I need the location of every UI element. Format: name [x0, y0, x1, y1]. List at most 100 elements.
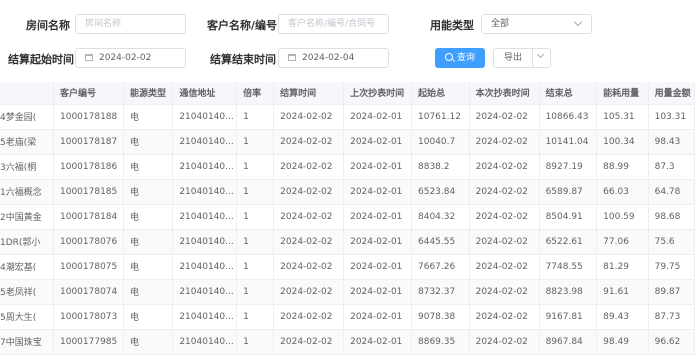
column-header-start-total-col: 起始总: [411, 82, 470, 105]
table-cell-consumption-col: 100.34: [596, 129, 649, 155]
column-header-address-col: 通信地址: [172, 82, 238, 105]
table-cell-multiplier-col: 1: [236, 129, 275, 155]
table-header-row: 客户编号 能源类型 通信地址 倍率 结算时间 上次抄表时间 起始总 本次抄表时间 结束总 能耗用量…: [0, 82, 695, 105]
end-date-picker[interactable]: 2024-02-04: [278, 48, 389, 68]
table-cell-room-col: 5老庙(梁: [0, 129, 54, 155]
table-cell-address-col: 21040140...: [172, 329, 238, 355]
table-cell-customer-id-col: 1000178073: [53, 304, 124, 330]
export-divider: [532, 49, 533, 67]
table-cell-current-read-time-col: 2024-02-02: [469, 154, 540, 180]
table-cell-current-read-time-col: 2024-02-02: [469, 279, 540, 305]
table-cell-current-read-time-col: 2024-02-02: [469, 304, 540, 330]
table-cell-last-read-time-col: 2024-02-01: [343, 129, 412, 155]
table-cell-amount-col: 89.87: [648, 279, 695, 305]
table-row[interactable]: 5老庙(梁 1000178187 电 21040140... 1 2024-02-02 20…: [0, 129, 695, 155]
column-header-customer-id-col: 客户编号: [53, 82, 124, 105]
table-cell-start-total-col: 10040.7: [411, 129, 470, 155]
table-cell-room-col: 4梦金园(: [0, 104, 54, 130]
table-row[interactable]: 5周大生(1000178073 电 21040140... 1 2024-02-02 20…: [0, 304, 695, 330]
export-button[interactable]: 导出: [493, 48, 551, 68]
table-cell-multiplier-col: 1: [236, 179, 275, 205]
table-cell-amount-col: 103.31: [648, 104, 695, 130]
query-button[interactable]: 查询: [435, 48, 485, 68]
settlement-table: 客户编号 能源类型 通信地址 倍率 结算时间 上次抄表时间 起始总 本次抄表时间 结束总 能耗用量…: [0, 82, 695, 355]
export-button-label: 导出: [504, 53, 523, 63]
table-cell-consumption-col: 89.43: [596, 304, 649, 330]
table-cell-end-total-col: 9167.81: [539, 304, 598, 330]
table-cell-current-read-time-col: 2024-02-02: [469, 229, 540, 255]
table-row[interactable]: 3六福(桐 1000178186 电 21040140... 1 2024-02-02 20…: [0, 154, 695, 180]
table-cell-energy-type-col: 电: [123, 254, 174, 280]
table-cell-settle-time-col: 2024-02-02: [273, 229, 345, 255]
table-cell-settle-time-col: 2024-02-02: [273, 279, 345, 305]
table-cell-amount-col: 96.62: [648, 329, 695, 355]
table-cell-start-total-col: 8732.37: [411, 279, 470, 305]
table-cell-room-col: 7中国珠宝: [0, 329, 54, 355]
table-cell-settle-time-col: 2024-02-02: [273, 154, 345, 180]
table-cell-multiplier-col: 1: [236, 204, 275, 230]
energy-type-select[interactable]: 全部: [481, 14, 592, 34]
table-cell-energy-type-col: 电: [123, 104, 174, 130]
table-cell-end-total-col: 7748.55: [539, 254, 598, 280]
search-icon: [444, 53, 453, 61]
start-date-value: 2024-02-02: [99, 53, 152, 63]
table-cell-address-col: 21040140...: [172, 279, 238, 305]
table-cell-address-col: 21040140...: [172, 129, 238, 155]
table-cell-room-col: 2中国黄金: [0, 204, 54, 230]
table-cell-start-total-col: 9078.38: [411, 304, 470, 330]
table-cell-multiplier-col: 1: [236, 304, 275, 330]
table-row[interactable]: 2中国黄金 1000178184 电 21040140... 1 2024-02-02 20…: [0, 204, 695, 230]
table-cell-settle-time-col: 2024-02-02: [273, 304, 345, 330]
table-row[interactable]: 5老凤祥(1000178074 电 21040140... 1 2024-02-02 20…: [0, 279, 695, 305]
table-cell-last-read-time-col: 2024-02-01: [343, 329, 412, 355]
table-cell-amount-col: 75.6: [648, 229, 695, 255]
customer-label: 客户名称/编号: [207, 19, 278, 32]
table-cell-energy-type-col: 电: [123, 129, 174, 155]
table-cell-end-total-col: 8823.98: [539, 279, 598, 305]
table-cell-address-col: 21040140...: [172, 229, 238, 255]
table-cell-energy-type-col: 电: [123, 204, 174, 230]
column-header-consumption-col: 能耗用量: [596, 82, 649, 105]
table-row[interactable]: 4潮宏基(1000178075 电 21040140... 1 2024-02-02 20…: [0, 254, 695, 280]
table-cell-address-col: 21040140...: [172, 254, 238, 280]
query-button-label: 查询: [456, 53, 475, 63]
table-cell-settle-time-col: 2024-02-02: [273, 204, 345, 230]
chevron-down-icon[interactable]: [536, 50, 545, 59]
table-cell-end-total-col: 8927.19: [539, 154, 598, 180]
column-header-room-col: [0, 82, 54, 105]
table-cell-start-total-col: 8404.32: [411, 204, 470, 230]
room-name-placeholder: 房间名称: [85, 19, 122, 29]
table-cell-address-col: 21040140...: [172, 304, 238, 330]
table-cell-room-col: 4潮宏基(: [0, 254, 54, 280]
table-cell-consumption-col: 88.99: [596, 154, 649, 180]
table-cell-last-read-time-col: 2024-02-01: [343, 229, 412, 255]
table-cell-settle-time-col: 2024-02-02: [273, 179, 345, 205]
table-cell-last-read-time-col: 2024-02-01: [343, 279, 412, 305]
table-row[interactable]: 4梦金园(1000178188 电 21040140... 1 2024-02-02 20…: [0, 104, 695, 130]
energy-type-label: 用能类型: [430, 19, 474, 32]
end-date-value: 2024-02-04: [302, 53, 355, 63]
table-cell-start-total-col: 8838.2: [411, 154, 470, 180]
table-cell-settle-time-col: 2024-02-02: [273, 104, 345, 130]
table-cell-amount-col: 87.3: [648, 154, 695, 180]
table-cell-energy-type-col: 电: [123, 279, 174, 305]
room-name-input[interactable]: 房间名称: [75, 14, 186, 34]
table-cell-room-col: 1六福概念: [0, 179, 54, 205]
table-row[interactable]: 1DR(郭小 1000178076 电 21040140... 1 2024-02-02 2…: [0, 229, 695, 255]
calendar-icon: [85, 54, 93, 61]
table-row[interactable]: 1六福概念 1000178185 电 21040140... 1 2024-02-02 20…: [0, 179, 695, 205]
customer-input[interactable]: 客户名称/编号/合同号: [278, 14, 389, 34]
column-header-multiplier-col: 倍率: [236, 82, 275, 105]
start-date-picker[interactable]: 2024-02-02: [75, 48, 186, 68]
table-cell-last-read-time-col: 2024-02-01: [343, 104, 412, 130]
table-cell-end-total-col: 6522.61: [539, 229, 598, 255]
column-header-last-read-time-col: 上次抄表时间: [343, 82, 412, 105]
table-row[interactable]: 7中国珠宝 1000177985 电 21040140... 1 2024-02-02 20…: [0, 329, 695, 355]
table-cell-settle-time-col: 2024-02-02: [273, 254, 345, 280]
table-cell-consumption-col: 81.29: [596, 254, 649, 280]
table-cell-multiplier-col: 1: [236, 229, 275, 255]
table-cell-current-read-time-col: 2024-02-02: [469, 254, 540, 280]
table-cell-end-total-col: 8504.91: [539, 204, 598, 230]
table-cell-customer-id-col: 1000178184: [53, 204, 124, 230]
table-cell-address-col: 21040140...: [172, 204, 238, 230]
